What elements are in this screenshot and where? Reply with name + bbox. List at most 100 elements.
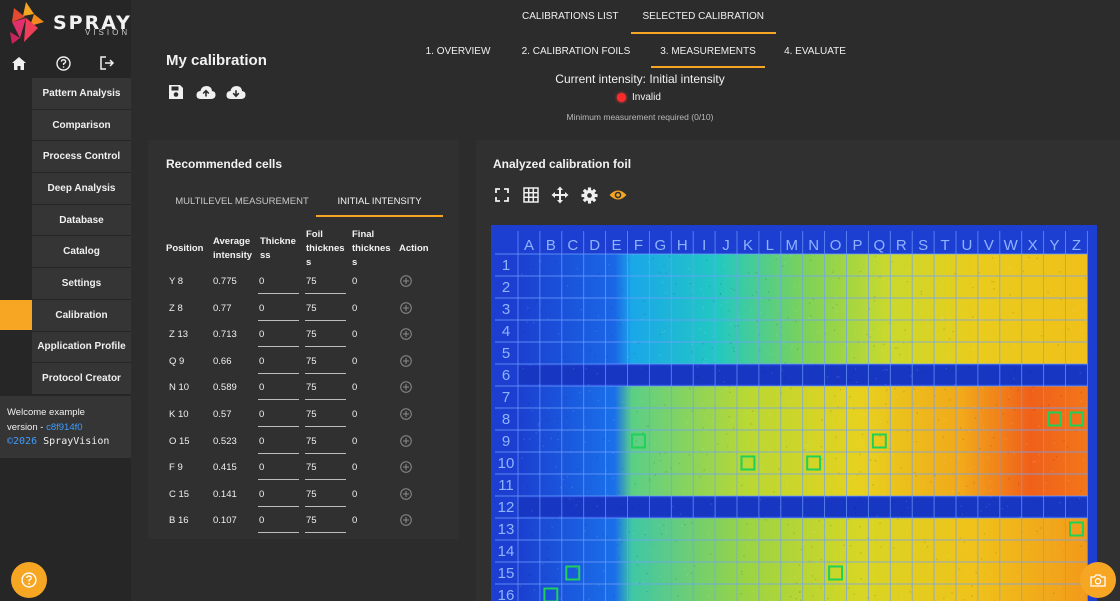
add-circle-icon[interactable] xyxy=(400,302,412,314)
help-icon[interactable] xyxy=(52,52,74,74)
camera-fab-button[interactable] xyxy=(1080,562,1116,598)
thickness-input[interactable]: 0 xyxy=(258,299,299,321)
foil-noise xyxy=(1045,490,1046,491)
foil-noise xyxy=(689,281,690,282)
foil-noise xyxy=(924,542,925,543)
home-icon[interactable] xyxy=(8,52,30,74)
add-circle-icon[interactable] xyxy=(400,435,412,447)
foil-noise xyxy=(791,348,792,349)
save-icon[interactable] xyxy=(166,82,186,102)
tab-multilevel-measurement[interactable]: MULTILEVEL MEASUREMENT xyxy=(168,190,316,217)
add-circle-icon[interactable] xyxy=(400,275,412,287)
sidebar-item-database[interactable]: Database xyxy=(32,205,131,237)
foil-noise xyxy=(843,545,844,546)
help-fab-button[interactable] xyxy=(11,562,47,598)
move-icon[interactable] xyxy=(551,186,569,204)
foil-thickness-input[interactable]: 75 xyxy=(305,405,346,427)
thickness-input[interactable]: 0 xyxy=(258,378,299,400)
foil-noise xyxy=(1028,547,1029,548)
calibration-foil-image[interactable]: A B C D E F G H I J K L M N O P Q R S T U V W X Y Z 1 2 3 4 5 6 7 8 9 10 11 1… xyxy=(491,225,1097,601)
sidebar-item-calibration[interactable]: Calibration xyxy=(32,300,131,332)
thickness-input[interactable]: 0 xyxy=(258,352,299,374)
foil-thickness-input[interactable]: 75 xyxy=(305,432,346,454)
sidebar-item-process-control[interactable]: Process Control xyxy=(32,141,131,173)
logout-icon[interactable] xyxy=(96,52,118,74)
foil-noise xyxy=(1067,505,1068,506)
tab-calibration-foils[interactable]: 2. CALIBRATION FOILS xyxy=(501,40,651,68)
foil-noise xyxy=(688,268,689,269)
foil-thickness-input[interactable]: 75 xyxy=(305,511,346,533)
gear-icon[interactable] xyxy=(580,186,598,204)
foil-thickness-input[interactable]: 75 xyxy=(305,352,346,374)
foil-noise xyxy=(887,421,888,422)
foil-noise xyxy=(972,466,973,467)
thickness-input[interactable]: 0 xyxy=(258,405,299,427)
add-circle-icon[interactable] xyxy=(400,328,412,340)
tab-initial-intensity[interactable]: INITIAL INTENSITY xyxy=(316,190,443,217)
foil-column-label: G xyxy=(655,237,667,254)
foil-noise xyxy=(526,321,527,322)
tab-selected-calibration[interactable]: SELECTED CALIBRATION xyxy=(631,0,777,34)
sidebar-item-catalog[interactable]: Catalog xyxy=(32,236,131,268)
add-circle-icon[interactable] xyxy=(400,514,412,526)
thickness-input[interactable]: 0 xyxy=(258,432,299,454)
sidebar-item-protocol-creator[interactable]: Protocol Creator xyxy=(32,363,131,395)
cell-average-intensity: 0.66 xyxy=(213,356,232,367)
sidebar-item-pattern-analysis[interactable]: Pattern Analysis xyxy=(32,78,131,110)
cell-average-intensity: 0.415 xyxy=(213,462,237,473)
eye-icon[interactable] xyxy=(609,186,627,204)
foil-noise xyxy=(691,522,692,523)
sidebar-item-settings[interactable]: Settings xyxy=(32,268,131,300)
foil-noise xyxy=(963,512,964,513)
foil-noise xyxy=(646,426,647,427)
add-circle-icon[interactable] xyxy=(400,381,412,393)
foil-noise xyxy=(796,321,797,322)
sidebar-item-application-profile[interactable]: Application Profile xyxy=(32,332,131,364)
thickness-input[interactable]: 0 xyxy=(258,511,299,533)
foil-noise xyxy=(899,354,900,355)
spray-vision-logo[interactable]: SPRAY VISION xyxy=(8,2,123,46)
foil-noise xyxy=(1060,271,1061,272)
thickness-input[interactable]: 0 xyxy=(258,272,299,294)
foil-noise xyxy=(1028,257,1029,258)
foil-thickness-input[interactable]: 75 xyxy=(305,272,346,294)
cloud-upload-icon[interactable] xyxy=(196,82,216,102)
foil-noise xyxy=(810,315,811,316)
foil-thickness-input[interactable]: 75 xyxy=(305,299,346,321)
grid-icon[interactable] xyxy=(522,186,540,204)
thickness-input[interactable]: 0 xyxy=(258,485,299,507)
foil-noise xyxy=(945,419,946,420)
foil-noise xyxy=(726,388,727,389)
cloud-download-icon[interactable] xyxy=(226,82,246,102)
foil-noise xyxy=(684,569,685,570)
foil-thickness-input[interactable]: 75 xyxy=(305,458,346,480)
tab-measurements[interactable]: 3. MEASUREMENTS xyxy=(651,40,765,68)
add-circle-icon[interactable] xyxy=(400,488,412,500)
sidebar-item-comparison[interactable]: Comparison xyxy=(32,110,131,142)
foil-noise xyxy=(1073,344,1074,345)
foil-noise xyxy=(562,356,563,357)
thickness-input[interactable]: 0 xyxy=(258,458,299,480)
foil-noise xyxy=(760,387,761,388)
tab-overview[interactable]: 1. OVERVIEW xyxy=(415,40,501,68)
foil-noise xyxy=(959,311,960,312)
foil-column-label: U xyxy=(962,237,973,254)
add-circle-icon[interactable] xyxy=(400,408,412,420)
sidebar-item-deep-analysis[interactable]: Deep Analysis xyxy=(32,173,131,205)
fullscreen-icon[interactable] xyxy=(493,186,511,204)
foil-noise xyxy=(785,362,786,363)
version-hash[interactable]: c8f914f0 xyxy=(46,422,82,433)
foil-noise xyxy=(724,265,725,266)
tab-calibrations-list[interactable]: CALIBRATIONS LIST xyxy=(510,0,631,34)
foil-noise xyxy=(770,353,771,354)
foil-noise xyxy=(948,354,949,355)
foil-thickness-input[interactable]: 75 xyxy=(305,378,346,400)
foil-thickness-input[interactable]: 75 xyxy=(305,485,346,507)
foil-thickness-input[interactable]: 75 xyxy=(305,325,346,347)
add-circle-icon[interactable] xyxy=(400,461,412,473)
thickness-input[interactable]: 0 xyxy=(258,325,299,347)
foil-noise xyxy=(521,457,522,458)
tab-evaluate[interactable]: 4. EVALUATE xyxy=(765,40,865,68)
add-circle-icon[interactable] xyxy=(400,355,412,367)
cell-average-intensity: 0.523 xyxy=(213,436,237,447)
